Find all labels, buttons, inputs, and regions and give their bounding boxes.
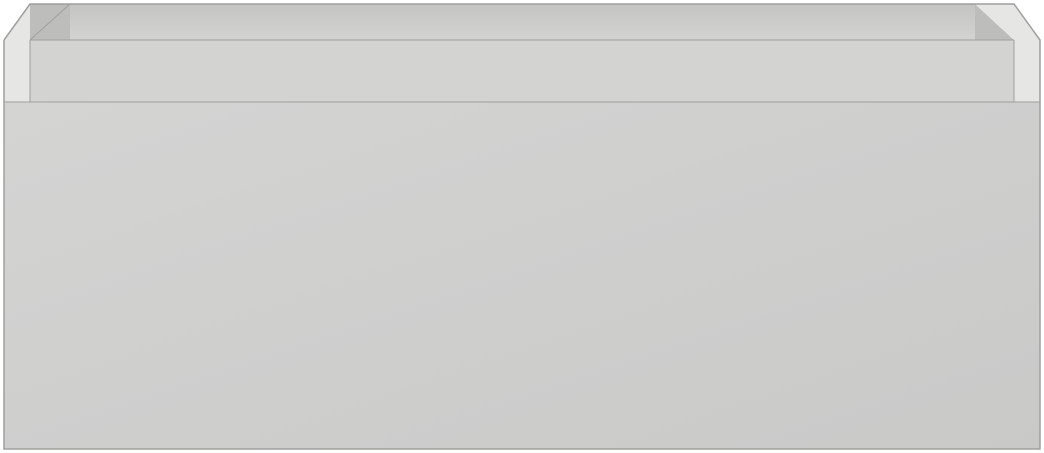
- drawer-right-rim-post: [1014, 40, 1040, 102]
- drawer-inner-back-wall: [70, 4, 975, 40]
- drawer-front-panel: [4, 102, 1040, 449]
- drawer-left-rim-post: [4, 40, 30, 102]
- drawer-cabinet-render: [0, 0, 1044, 453]
- drawer-top-rim: [30, 40, 1014, 102]
- drawer-cabinet-illustration: [3, 3, 1041, 450]
